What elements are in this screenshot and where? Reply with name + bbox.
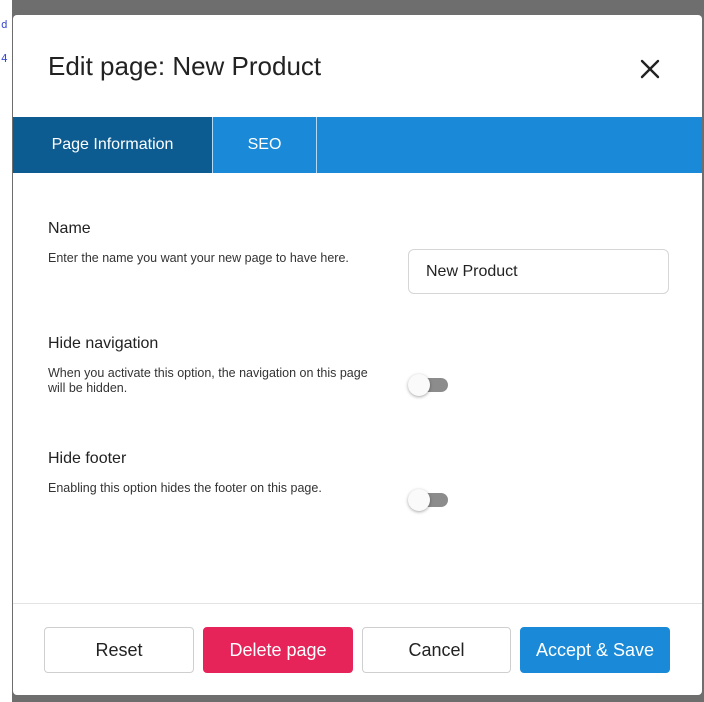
delete-page-button[interactable]: Delete page [203, 627, 353, 673]
accept-save-button[interactable]: Accept & Save [520, 627, 670, 673]
hide-footer-title: Hide footer [48, 450, 127, 467]
name-field-title: Name [48, 220, 91, 237]
hide-navigation-description: When you activate this option, the navig… [48, 366, 368, 395]
footer-divider [13, 603, 702, 604]
background-text: 4 [1, 52, 8, 65]
hide-footer-toggle[interactable] [408, 489, 450, 511]
reset-button[interactable]: Reset [44, 627, 194, 673]
toggle-knob [408, 374, 430, 396]
tab-bar: Page Information SEO [13, 117, 702, 173]
tab-seo[interactable]: SEO [213, 117, 317, 173]
close-icon [640, 59, 660, 79]
toggle-knob [408, 489, 430, 511]
hide-footer-description: Enabling this option hides the footer on… [48, 481, 322, 495]
edit-page-dialog: Edit page: New Product Page Information … [13, 15, 702, 695]
hide-navigation-title: Hide navigation [48, 335, 159, 352]
tab-page-information[interactable]: Page Information [13, 117, 212, 173]
name-field-description: Enter the name you want your new page to… [48, 251, 349, 265]
background-text: d [1, 18, 8, 31]
dialog-header: Edit page: New Product [13, 15, 702, 117]
hide-navigation-toggle[interactable] [408, 374, 450, 396]
dialog-title: Edit page: New Product [48, 51, 322, 81]
background-page-edge: d 4 [0, 0, 12, 702]
page-name-input[interactable] [408, 249, 669, 294]
close-button[interactable] [633, 52, 667, 86]
cancel-button[interactable]: Cancel [362, 627, 511, 673]
